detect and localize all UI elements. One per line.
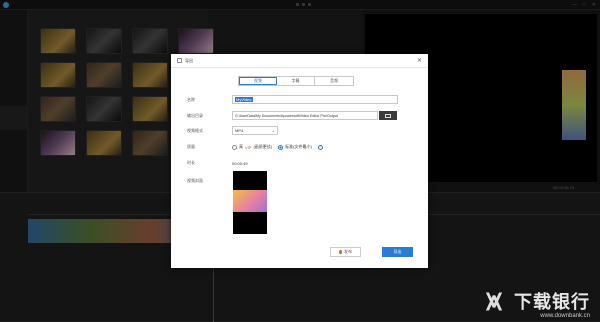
tab-video[interactable]: 视频 [239, 77, 277, 85]
export-dialog: 导出 ✕ 视频 字幕 音频 名称 MyVideo 输出目录 G:\UserDat… [171, 54, 428, 268]
duration-value: 00:00:49 [232, 160, 248, 166]
output-row: 输出目录 G:\UserData\My Documents\Apowersoft… [187, 111, 397, 120]
fire-icon [339, 250, 342, 254]
dialog-title: 导出 [185, 57, 193, 63]
chevron-down-icon: ⌄ [271, 128, 275, 133]
watermark: ⩙ 下载银行 www.downbank.cn [478, 285, 590, 319]
output-path-input[interactable]: G:\UserData\My Documents\Apowersoft\Vide… [232, 111, 378, 120]
export-tabs: 视频 字幕 音频 [238, 76, 354, 86]
vip-badge: VIP [245, 144, 252, 150]
duration-label: 时长 [187, 160, 195, 165]
export-icon [177, 58, 182, 63]
folder-icon [385, 113, 391, 118]
tab-audio[interactable]: 音频 [315, 77, 353, 85]
close-icon[interactable]: ✕ [417, 57, 422, 64]
quality-high-label: 高 [239, 144, 243, 149]
dialog-header: 导出 ✕ [171, 54, 428, 68]
watermark-url: www.downbank.cn [540, 313, 590, 319]
quality-high-radio[interactable] [232, 144, 237, 150]
tab-subtitle[interactable]: 字幕 [277, 77, 315, 85]
format-label: 视频格式 [187, 127, 203, 133]
publish-button[interactable]: 发布 [330, 247, 361, 257]
watermark-brand: 下载银行 [514, 292, 590, 312]
browse-folder-button[interactable] [379, 111, 397, 120]
quality-standard-label: 标准(文件最小) [285, 144, 312, 149]
output-label: 输出目录 [187, 112, 203, 118]
name-value: MyVideo [235, 97, 253, 102]
export-button[interactable]: 导出 [382, 247, 413, 257]
format-row: 视频格式 MP4 ⌄ [187, 126, 278, 135]
duration-row: 时长 00:00:49 [187, 160, 248, 166]
info-icon[interactable]: i [317, 144, 323, 150]
quality-high-note: (画质更佳) [253, 144, 273, 149]
publish-label: 发布 [344, 249, 352, 254]
format-select[interactable]: MP4 ⌄ [232, 126, 278, 135]
format-value: MP4 [235, 128, 244, 133]
name-label: 名称 [187, 96, 195, 102]
quality-label: 质量 [187, 144, 195, 149]
video-cover-thumbnail[interactable] [233, 171, 267, 234]
quality-row: 质量 高 VIP (画质更佳) 标准(文件最小) i [187, 144, 323, 150]
cover-label: 视频封面 [187, 178, 203, 183]
cover-image [233, 190, 267, 212]
name-row: 名称 MyVideo [187, 95, 398, 104]
watermark-logo-icon: ⩙ [486, 285, 502, 316]
quality-standard-radio[interactable] [278, 144, 284, 150]
name-input[interactable]: MyVideo [232, 95, 398, 104]
cover-row: 视频封面 [187, 178, 232, 184]
